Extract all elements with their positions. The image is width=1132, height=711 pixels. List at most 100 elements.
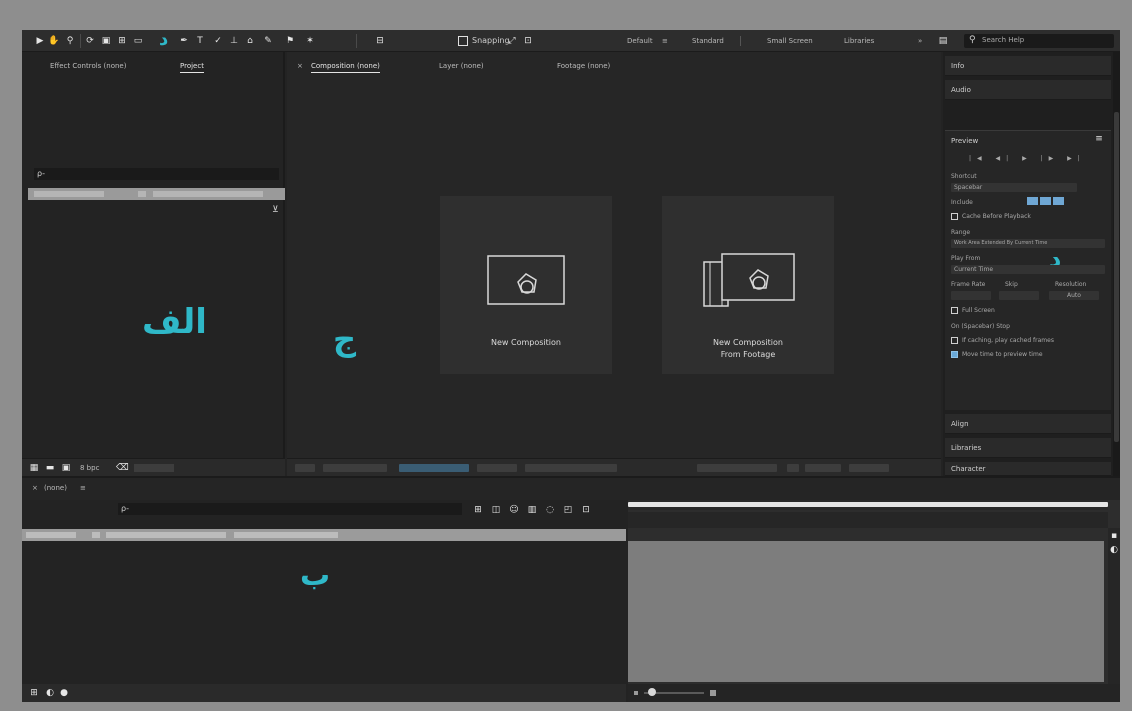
right-panel-scrollbar[interactable] [1113,52,1120,476]
channel-controls[interactable] [525,464,617,472]
selection-tool-icon[interactable]: ▶ [34,35,46,47]
include-audio-toggle[interactable] [1040,197,1051,205]
magnification-dropdown[interactable] [295,464,315,472]
info-panel-header[interactable]: Info [945,56,1111,76]
hand-tool-icon[interactable]: ✋ [48,35,60,47]
rotate-tool-icon[interactable]: ⟳ [84,35,96,47]
workspace-small-screen[interactable]: Small Screen [767,37,813,45]
snapping-checkbox-icon[interactable] [458,36,468,46]
composition-mini-flowchart-icon[interactable]: ⊞ [472,504,484,516]
label-column-icon[interactable] [138,191,146,197]
new-folder-icon[interactable]: ▬ [44,462,56,474]
scrollbar-thumb[interactable] [1114,112,1119,442]
time-navigator[interactable] [628,512,1108,528]
footer-slider[interactable] [134,464,174,472]
column-name-header[interactable] [34,191,104,197]
include-overlays-toggle[interactable] [1053,197,1064,205]
active-camera-dropdown[interactable] [399,464,469,472]
tab-layer[interactable]: Layer (none) [439,62,484,70]
snap-grid-icon[interactable]: ⊡ [522,35,534,47]
tab-footage[interactable]: Footage (none) [557,62,610,70]
character-panel-header[interactable]: Character [945,462,1111,476]
draft-3d-icon[interactable]: ◫ [490,504,502,516]
align-tool-icon[interactable]: ⊟ [374,35,386,47]
resolution-dropdown[interactable] [323,464,387,472]
help-search-input[interactable]: ⚲ Search Help [964,34,1114,48]
shortcut-dropdown[interactable]: Spacebar [951,183,1077,192]
flowchart-icon[interactable]: ⊻ [272,205,279,215]
timeline-menu-icon[interactable]: ≡ [80,484,86,492]
play-from-dropdown[interactable]: Current Time [951,265,1105,274]
layer-track-area[interactable] [628,541,1104,682]
new-composition-icon[interactable]: ▣ [60,462,72,474]
panel-menu-icon[interactable]: ≡ [1093,133,1105,145]
brush-tool-icon[interactable]: ✓ [212,35,224,47]
cache-before-playback-checkbox[interactable] [951,213,958,220]
frame-rate-dropdown[interactable] [951,291,991,300]
new-composition-card[interactable]: New Composition [440,196,612,374]
timeline-search-input[interactable]: ρ- [118,503,462,515]
workspace-libraries[interactable]: Libraries [844,37,874,45]
range-dropdown[interactable]: Work Area Extended By Current Time [951,239,1105,248]
delete-icon[interactable]: ⌫ [116,462,129,474]
mask-tool-icon[interactable]: ▭ [132,35,144,47]
puppet-pin-tool-icon[interactable]: ✶ [304,35,316,47]
new-composition-from-footage-card[interactable]: New Composition From Footage [662,196,834,374]
tab-timeline[interactable]: (none) [44,484,67,492]
toggle-switches-icon[interactable]: ⊞ [28,687,40,699]
workspace-overflow-icon[interactable]: » [918,37,922,45]
close-tab-icon[interactable]: × [297,62,303,70]
snap-expand-icon[interactable]: ⤢ [506,35,518,47]
shy-layers-icon[interactable]: ☺ [508,504,520,516]
time-marker-icon[interactable]: ◐ [1108,544,1120,556]
workspace-standard[interactable]: Standard [692,37,724,45]
move-time-checkbox[interactable] [951,351,958,358]
full-screen-checkbox[interactable] [951,307,958,314]
include-video-toggle[interactable] [1027,197,1038,205]
resolution-dropdown[interactable]: Auto [1049,291,1099,300]
puppet-tool-icon[interactable]: ⚑ [284,35,296,47]
roto-brush-tool-icon[interactable]: ✎ [262,35,274,47]
bit-depth-label[interactable]: 8 bpc [80,464,99,472]
timeline-overflow-icon[interactable]: ⊡ [580,504,592,516]
snapshot-icon[interactable] [787,464,799,472]
align-panel-header[interactable]: Align [945,414,1111,434]
time-ruler[interactable] [628,500,1108,510]
exposure-controls[interactable] [697,464,777,472]
comp-button-icon[interactable]: ▪ [1108,530,1120,542]
zoom-slider-thumb[interactable] [648,688,656,696]
zoom-out-icon[interactable] [634,691,638,695]
pan-behind-tool-icon[interactable]: ⊞ [116,35,128,47]
layer-name-column[interactable] [106,532,226,538]
zoom-tool-icon[interactable]: ⚲ [64,35,76,47]
clone-stamp-tool-icon[interactable]: ⊥ [228,35,240,47]
tab-effect-controls[interactable]: Effect Controls (none) [50,62,126,70]
audio-panel-header[interactable]: Audio [945,80,1111,100]
project-search-input[interactable]: ρ- [34,168,279,180]
eraser-tool-icon[interactable]: ⌂ [244,35,256,47]
graph-editor-icon[interactable]: ◰ [562,504,574,516]
timeline-vertical-scrollbar[interactable]: ▪ ◐ [1108,528,1120,688]
label-column[interactable] [92,532,100,538]
close-timeline-tab-icon[interactable]: × [32,484,38,492]
camera-tool-icon[interactable]: ▣ [100,35,112,47]
skip-dropdown[interactable] [999,291,1039,300]
zoom-in-icon[interactable] [710,690,716,696]
sync-settings-icon[interactable]: ▤ [937,35,949,47]
work-area-bar[interactable] [628,502,1108,507]
tab-project[interactable]: Project [180,62,204,73]
interpret-footage-icon[interactable]: ▦ [28,462,40,474]
playback-controls[interactable]: |◀ ◀| ▶ |▶ ▶| [969,155,1086,162]
toggle-modes-icon[interactable]: ◐ [44,687,56,699]
libraries-panel-header[interactable]: Libraries [945,438,1111,458]
toggle-render-time-icon[interactable]: ● [58,687,70,699]
av-features-column[interactable] [26,532,76,538]
tab-composition[interactable]: Composition (none) [311,62,380,73]
motion-blur-icon[interactable]: ◌ [544,504,556,516]
switches-column[interactable] [234,532,338,538]
workspace-default[interactable]: Default [627,37,653,45]
frame-blending-icon[interactable]: ▥ [526,504,538,516]
views-dropdown[interactable] [477,464,517,472]
fast-preview-dropdown[interactable] [849,464,889,472]
column-type-header[interactable] [153,191,263,197]
